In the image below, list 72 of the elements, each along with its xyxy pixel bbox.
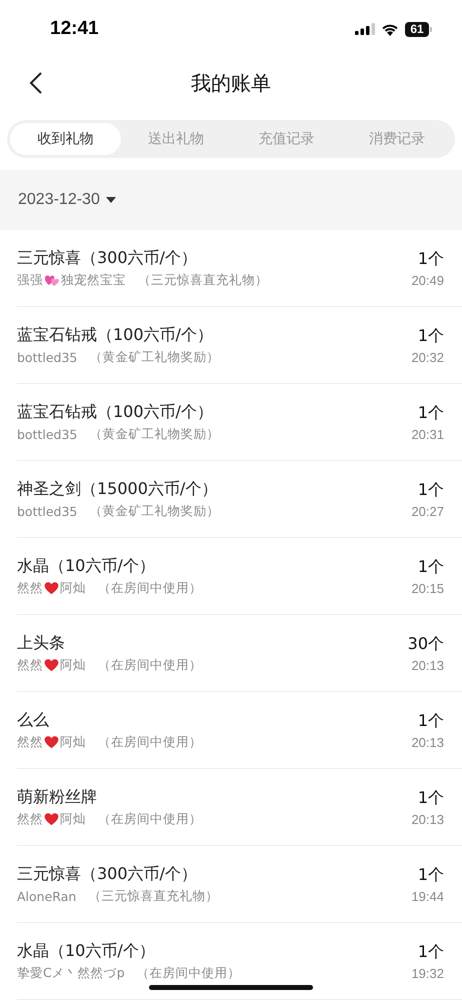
gift-source: （在房间中使用） xyxy=(98,734,202,750)
gift-source: （在房间中使用） xyxy=(136,964,241,982)
gift-source: （在房间中使用） xyxy=(98,580,202,596)
heart-icon xyxy=(44,735,59,749)
caret-icon xyxy=(106,197,116,203)
record-time: 20:15 xyxy=(411,580,444,596)
record-time: 19:32 xyxy=(411,966,444,980)
gift-name: 水晶（10六币/个） xyxy=(17,940,156,962)
record-time: 20:13 xyxy=(411,812,444,826)
status-time: 12:41 xyxy=(50,18,99,40)
wifi-icon xyxy=(381,22,399,36)
sender-name: 阿灿 xyxy=(60,580,86,596)
sender-name: bottled35 xyxy=(17,426,78,442)
tab[interactable]: 收到礼物 xyxy=(10,123,120,155)
record-time: 20:13 xyxy=(411,734,444,750)
gift-source: （三元惊喜直充礼物） xyxy=(88,888,218,904)
record-time: 20:27 xyxy=(411,504,444,518)
gift-count: 1个 xyxy=(418,942,444,962)
gift-count: 1个 xyxy=(418,326,444,346)
gift-name: 萌新粉丝牌 xyxy=(17,786,98,808)
sender-name: 阿灿 xyxy=(60,656,86,674)
heart-icon xyxy=(44,581,59,595)
sender-name: bottled35 xyxy=(17,350,78,364)
signal-icon xyxy=(355,23,375,35)
record-time: 20:31 xyxy=(411,426,444,442)
sender-name: 强强 xyxy=(17,272,43,288)
tab[interactable]: 送出礼物 xyxy=(120,123,231,155)
heart-icon xyxy=(44,658,59,672)
gift-source: （黄金矿工礼物奖励） xyxy=(89,502,220,520)
sender-name: 独宠然宝宝 xyxy=(61,272,126,288)
gift-name: 蓝宝石钻戒（100六币/个） xyxy=(17,402,214,422)
sender-name: 然然 xyxy=(17,734,43,750)
gift-source: （在房间中使用） xyxy=(98,810,202,828)
record-time: 19:44 xyxy=(411,888,444,904)
sender-name: bottled35 xyxy=(17,504,78,518)
gift-count: 1个 xyxy=(418,556,444,578)
page-title: 我的账单 xyxy=(191,70,271,96)
gift-count: 1个 xyxy=(418,864,444,886)
tab[interactable]: 充值记录 xyxy=(231,123,342,155)
hearts-icon xyxy=(44,273,60,287)
gift-count: 30个 xyxy=(408,634,444,654)
record-time: 20:49 xyxy=(411,272,444,288)
sender-name: 然然 xyxy=(17,810,43,828)
gift-name: 上头条 xyxy=(17,632,66,654)
gift-name: 三元惊喜（300六币/个） xyxy=(17,864,198,884)
gift-name: 三元惊喜（300六币/个） xyxy=(17,248,198,268)
gift-count: 1个 xyxy=(418,480,444,500)
gift-count: 1个 xyxy=(418,248,444,270)
gift-source: （三元惊喜直充礼物） xyxy=(138,272,268,288)
gift-source: （黄金矿工礼物奖励） xyxy=(89,348,220,366)
gift-name: 么么 xyxy=(17,710,50,730)
gift-count: 1个 xyxy=(418,788,444,808)
sender-name: 然然 xyxy=(17,580,43,596)
record-time: 20:13 xyxy=(411,658,444,672)
battery-icon: 61 xyxy=(405,22,432,36)
back-icon[interactable] xyxy=(29,71,43,95)
gift-name: 蓝宝石钻戒（100六币/个） xyxy=(17,324,214,346)
gift-count: 1个 xyxy=(418,710,444,732)
record-time: 20:32 xyxy=(411,350,444,364)
gift-name: 水晶（10六币/个） xyxy=(17,556,156,576)
sender-name: 阿灿 xyxy=(60,810,86,828)
gift-source: （在房间中使用） xyxy=(98,656,202,674)
sender-name: 挚愛Cメ丶然然づp xyxy=(17,964,125,982)
date-dropdown[interactable]: 2023-12-30 xyxy=(18,191,116,209)
sender-name: 然然 xyxy=(17,656,43,674)
gift-name: 神圣之剑（15000六币/个） xyxy=(17,478,218,500)
sender-name: 阿灿 xyxy=(60,734,86,750)
gift-source: （黄金矿工礼物奖励） xyxy=(89,426,220,442)
gift-count: 1个 xyxy=(418,402,444,424)
heart-icon xyxy=(44,812,59,826)
sender-name: AloneRan xyxy=(17,888,76,904)
tab[interactable]: 消费记录 xyxy=(342,123,452,155)
